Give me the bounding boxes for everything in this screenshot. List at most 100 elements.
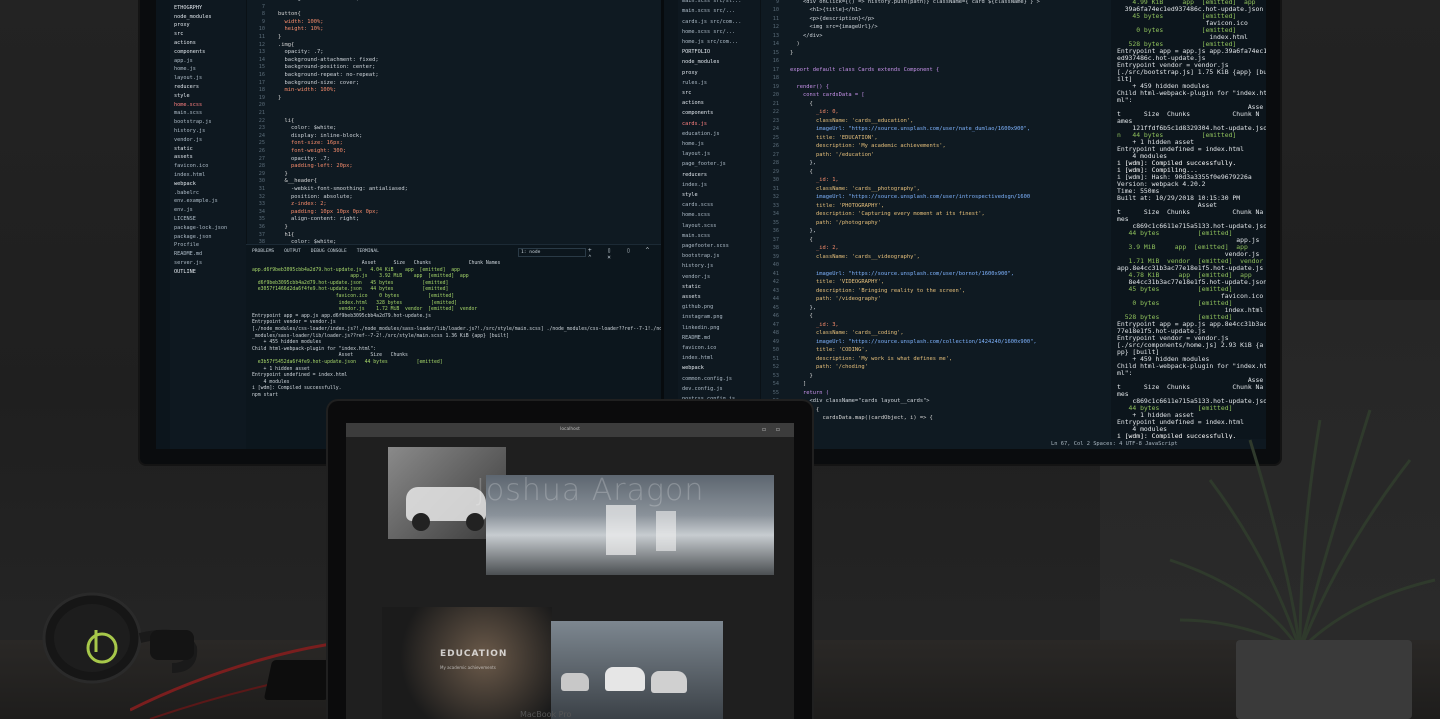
explorer-item[interactable]: home.js src/com... bbox=[682, 39, 738, 45]
laptop: localhost ▫ ▫ Joshua Aragon EDUCATION My… bbox=[328, 401, 812, 719]
explorer-item[interactable]: package.json bbox=[174, 234, 211, 240]
explorer-item[interactable]: Procfile bbox=[174, 242, 199, 248]
explorer-item[interactable]: node_modules bbox=[682, 59, 719, 65]
explorer-item[interactable]: .babelrc bbox=[174, 190, 199, 196]
explorer-item[interactable]: node_modules bbox=[174, 14, 211, 20]
explorer-item[interactable]: vendor.js bbox=[682, 274, 710, 280]
explorer-item[interactable]: src bbox=[174, 31, 183, 37]
explorer-item[interactable]: vendor.js bbox=[174, 137, 202, 143]
explorer-item[interactable]: style bbox=[682, 192, 698, 198]
education-card[interactable]: EDUCATION My academic achievements bbox=[382, 607, 552, 719]
code-line: imageUrl: "https://source.unsplash.com/c… bbox=[790, 338, 1037, 345]
explorer-item[interactable]: home.scss src/... bbox=[682, 29, 735, 35]
explorer-item[interactable]: history.js bbox=[682, 263, 713, 269]
explorer-item[interactable]: assets bbox=[174, 154, 193, 160]
explorer-item[interactable]: env.js bbox=[174, 207, 193, 213]
panel-tab[interactable]: DEBUG CONSOLE bbox=[311, 249, 347, 254]
explorer-item[interactable]: README.md bbox=[682, 335, 710, 341]
explorer-item[interactable]: actions bbox=[174, 40, 196, 46]
explorer-item[interactable]: home.js bbox=[682, 141, 704, 147]
explorer-item[interactable]: assets bbox=[682, 294, 701, 300]
explorer-item[interactable]: OUTLINE bbox=[174, 269, 196, 275]
explorer-item[interactable]: static bbox=[174, 146, 193, 152]
explorer-item[interactable]: webpack bbox=[174, 181, 196, 187]
terminal-dropdown[interactable]: 1: node bbox=[518, 248, 586, 257]
code-line: className: 'cards__education', bbox=[790, 117, 914, 124]
explorer-item[interactable]: bootstrap.js bbox=[174, 119, 211, 125]
code-line: _id: 2, bbox=[790, 245, 839, 251]
explorer-item[interactable]: home.scss bbox=[682, 212, 710, 218]
explorer-item[interactable]: favicon.ico bbox=[174, 163, 208, 169]
line-number: 9 bbox=[775, 0, 779, 5]
explorer-item[interactable]: layout.js bbox=[174, 75, 202, 81]
explorer-item[interactable]: pagefooter.scss bbox=[682, 243, 729, 249]
explorer-item[interactable]: cards.js src/com... bbox=[682, 19, 741, 25]
code-line: min-width: 100%; bbox=[278, 87, 337, 94]
code-editor[interactable]: background-size: cover; button{ width: 10… bbox=[270, 0, 660, 245]
explorer-item[interactable]: README.md bbox=[174, 251, 202, 257]
explorer-item[interactable]: actions bbox=[682, 100, 704, 106]
explorer-item[interactable]: reducers bbox=[174, 84, 199, 90]
panel-tab[interactable]: PROBLEMS bbox=[252, 249, 274, 254]
explorer-item[interactable]: src bbox=[682, 90, 691, 96]
explorer-item[interactable]: proxy bbox=[682, 70, 698, 76]
explorer-item[interactable]: style bbox=[174, 93, 190, 99]
explorer-item[interactable]: env.example.js bbox=[174, 198, 218, 204]
terminal-line: Child html-webpack-plugin for "index.ht bbox=[1117, 89, 1266, 97]
explorer-item[interactable]: package-lock.json bbox=[174, 225, 227, 231]
explorer-item[interactable]: rules.js bbox=[682, 80, 707, 86]
line-number: 13 bbox=[772, 32, 779, 39]
explorer-item[interactable]: favicon.ico bbox=[682, 345, 716, 351]
code-line: width: 100%; bbox=[278, 18, 324, 25]
line-number: 14 bbox=[258, 56, 265, 63]
photography-card[interactable] bbox=[551, 621, 723, 719]
explorer-item[interactable]: education.js bbox=[682, 131, 719, 137]
explorer-item[interactable]: main.scss bbox=[174, 110, 202, 116]
panel-tab[interactable]: TERMINAL bbox=[357, 249, 379, 254]
explorer-item[interactable]: PORTFOLIO bbox=[682, 49, 710, 55]
explorer-item[interactable]: history.js bbox=[174, 128, 205, 134]
explorer-item[interactable]: reducers bbox=[682, 172, 707, 178]
explorer-item[interactable]: static bbox=[682, 284, 701, 290]
card-description: My academic achievements bbox=[440, 665, 496, 670]
explorer-item[interactable]: index.html bbox=[682, 355, 713, 361]
explorer-item[interactable]: index.html bbox=[174, 172, 205, 178]
explorer-item[interactable]: server.js bbox=[174, 260, 202, 266]
code-line: imageUrl: "https://source.unsplash.com/u… bbox=[790, 126, 1031, 132]
explorer-item[interactable]: proxy bbox=[174, 22, 190, 28]
panel-tab[interactable]: OUTPUT bbox=[284, 249, 301, 254]
explorer-item[interactable]: main.scss src/st... bbox=[682, 0, 741, 4]
line-number: 54 bbox=[772, 381, 779, 387]
explorer-item[interactable]: components bbox=[682, 110, 713, 116]
line-number: 25 bbox=[258, 140, 265, 147]
explorer-item[interactable]: home.js bbox=[174, 66, 196, 72]
explorer-item[interactable]: cards.js bbox=[682, 121, 707, 127]
explorer-item[interactable]: dev.config.js bbox=[682, 386, 723, 392]
explorer-item[interactable]: components bbox=[174, 49, 205, 55]
explorer-item[interactable]: cards.scss bbox=[682, 202, 713, 208]
explorer-item[interactable]: layout.scss bbox=[682, 223, 716, 229]
explorer-item[interactable]: index.js bbox=[682, 182, 707, 188]
line-number: 35 bbox=[258, 216, 265, 223]
explorer-item[interactable]: layout.js bbox=[682, 151, 710, 157]
explorer-item[interactable]: common.config.js bbox=[682, 376, 732, 382]
explorer-item[interactable]: bootstrap.js bbox=[682, 253, 719, 259]
explorer-item[interactable]: webpack bbox=[682, 365, 704, 371]
code-line: description: 'My academic achievements', bbox=[790, 143, 946, 149]
code-editor[interactable]: return ( <div onClick={() => history.pus… bbox=[786, 0, 1109, 439]
line-number: 26 bbox=[258, 148, 265, 154]
explorer-item[interactable]: linkedin.png bbox=[682, 325, 719, 331]
explorer-item[interactable]: main.scss src/... bbox=[682, 8, 735, 14]
explorer-item[interactable]: home.scss arch... bbox=[174, 0, 227, 2]
explorer-item[interactable]: app.js bbox=[174, 58, 193, 64]
explorer-item[interactable]: main.scss bbox=[682, 233, 710, 239]
explorer-item[interactable]: home.scss bbox=[174, 102, 202, 108]
code-line: ) bbox=[790, 41, 800, 47]
window-control-icons[interactable]: ▫ ▫ bbox=[762, 426, 784, 433]
explorer-item[interactable]: github.png bbox=[682, 304, 713, 310]
explorer-item[interactable]: page_footer.js bbox=[682, 161, 726, 167]
explorer-item[interactable]: LICENSE bbox=[174, 216, 196, 222]
explorer-item[interactable]: instagram.png bbox=[682, 314, 723, 320]
explorer-item[interactable]: ETHOGRPHY bbox=[174, 5, 202, 11]
terminal-line: Entrypoint app = app.js app.d6f9beb3095c… bbox=[252, 313, 432, 319]
